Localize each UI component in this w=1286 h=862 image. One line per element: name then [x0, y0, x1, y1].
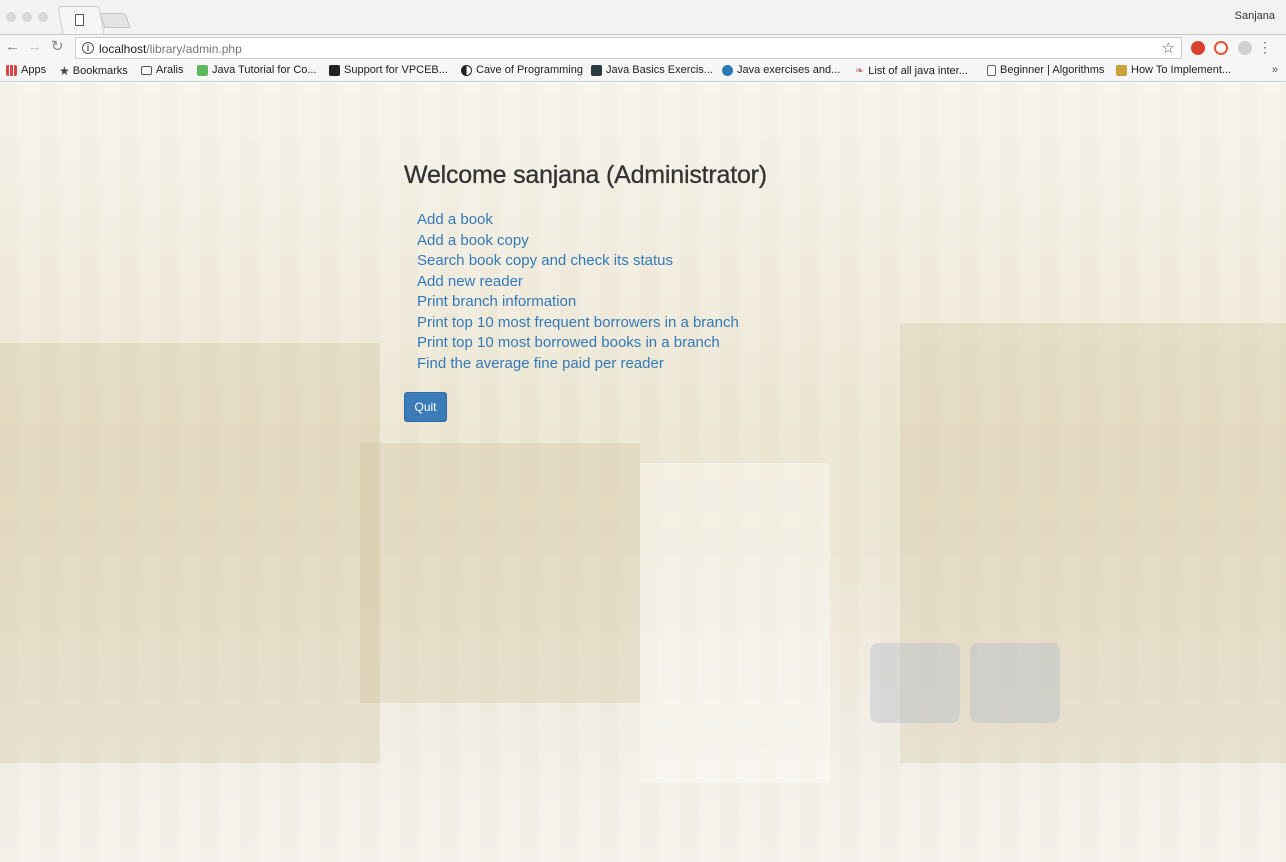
background-shelf-left [0, 343, 380, 763]
bookmark-aralis[interactable]: Aralis [141, 64, 184, 76]
bookmark-java-tutorial[interactable]: Java Tutorial for Co... [197, 64, 317, 76]
forward-arrow-icon[interactable]: → [27, 38, 42, 56]
opera-extension-icon[interactable] [1214, 41, 1228, 55]
background-chair [870, 643, 960, 723]
background-chair [970, 643, 1060, 723]
bookmark-support-vpceb[interactable]: Support for VPCEB... [329, 64, 448, 76]
bookmark-apps[interactable]: Apps [6, 64, 46, 76]
sony-icon [329, 64, 340, 76]
maximize-window-dot[interactable] [38, 12, 48, 22]
bookmark-java-exercises[interactable]: Java exercises and... [722, 64, 840, 76]
add-book-link[interactable]: Add a book [417, 210, 767, 231]
document-icon [75, 14, 84, 26]
folder-icon [141, 65, 152, 75]
url-text[interactable]: localhost/library/admin.php [99, 42, 242, 56]
average-fine-link[interactable]: Find the average fine paid per reader [417, 354, 767, 375]
browser-tab-active[interactable] [57, 6, 105, 34]
reload-icon[interactable]: ↻ [51, 38, 64, 56]
back-arrow-icon[interactable]: ← [5, 38, 20, 56]
bookmark-beginner-algorithms[interactable]: Beginner | Algorithms [987, 64, 1104, 76]
new-tab-button[interactable] [99, 13, 131, 28]
adblock-extension-icon[interactable] [1191, 41, 1205, 55]
document-icon [987, 64, 996, 76]
profile-name[interactable]: Sanjana [1235, 10, 1275, 22]
bookmark-how-to-implement[interactable]: How To Implement... [1116, 64, 1231, 76]
feather-icon: ❧ [855, 65, 865, 77]
bookmarks-bar: Apps ★ Bookmarks Aralis Java Tutorial fo… [0, 60, 1286, 82]
code-icon [1116, 64, 1127, 76]
apps-grid-icon [6, 64, 17, 76]
bookmark-star-icon[interactable]: ☆ [1162, 39, 1175, 57]
quit-button[interactable]: Quit [404, 392, 447, 422]
page-title: Welcome sanjana (Administrator) [404, 161, 767, 189]
search-book-copy-link[interactable]: Search book copy and check its status [417, 251, 767, 272]
tab-strip: Sanjana [0, 0, 1286, 34]
yin-yang-icon [461, 64, 472, 76]
admin-panel: Welcome sanjana (Administrator) Add a bo… [404, 161, 767, 422]
udemy-icon [197, 64, 208, 76]
bookmark-cave-of-programming[interactable]: Cave of Programming [461, 64, 583, 76]
url-host: localhost [99, 42, 147, 56]
minimize-window-dot[interactable] [22, 12, 32, 22]
add-book-copy-link[interactable]: Add a book copy [417, 231, 767, 252]
globe-icon [722, 64, 733, 76]
hackerrank-icon [591, 64, 602, 76]
browser-menu-icon[interactable]: ⋮ [1258, 39, 1272, 55]
address-bar[interactable]: i localhost/library/admin.php ☆ [75, 37, 1182, 59]
print-branch-info-link[interactable]: Print branch information [417, 292, 767, 313]
bookmarks-overflow-chevron-icon[interactable]: » [1272, 64, 1278, 76]
top-borrowers-link[interactable]: Print top 10 most frequent borrowers in … [417, 313, 767, 334]
star-icon: ★ [59, 64, 70, 78]
browser-toolbar: ← → ↻ i localhost/library/admin.php ☆ ⋮ [0, 34, 1286, 60]
add-new-reader-link[interactable]: Add new reader [417, 272, 767, 293]
top-borrowed-books-link[interactable]: Print top 10 most borrowed books in a br… [417, 333, 767, 354]
bookmark-bookmarks[interactable]: ★ Bookmarks [59, 64, 128, 78]
background-shelf-center-left [360, 443, 640, 703]
bookmark-java-basics[interactable]: Java Basics Exercis... [591, 64, 713, 76]
url-path: /library/admin.php [146, 42, 242, 56]
close-window-dot[interactable] [6, 12, 16, 22]
bookmark-java-interview[interactable]: ❧ List of all java inter... [855, 64, 968, 78]
background-doorway [640, 463, 830, 783]
page-background: Welcome sanjana (Administrator) Add a bo… [0, 83, 1286, 862]
cloud-extension-icon[interactable] [1238, 41, 1252, 55]
admin-menu: Add a book Add a book copy Search book c… [417, 210, 767, 374]
info-icon[interactable]: i [82, 42, 94, 54]
